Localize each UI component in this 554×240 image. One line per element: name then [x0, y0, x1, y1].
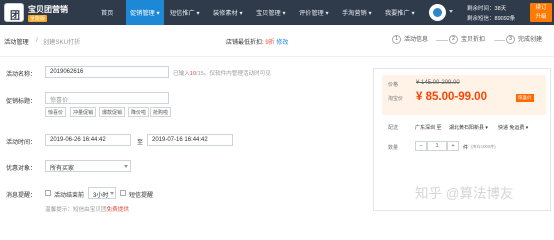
nav-items[interactable]: 宝贝管理 ▾ [256, 8, 286, 17]
step-connector [436, 40, 448, 41]
step-3-number: 3 [506, 34, 515, 44]
promo-price-label: 淘宝价 [388, 96, 404, 102]
remaining-days: 剩余时间：38天 [467, 4, 506, 12]
activity-name-label: 活动名称： [6, 72, 37, 78]
logo-mark-icon: 团 [10, 11, 20, 22]
store-rate-label: 店铺最低折扣: [226, 40, 264, 46]
notify-hint-highlight: 免费提供 [106, 207, 129, 213]
notify-hint: 温馨提示：短信由宝贝团免费提供 [45, 205, 129, 213]
nav-mobile-marketing[interactable]: 手淘营销 ▾ [342, 8, 372, 17]
sms-notify-label: 短信提醒 [129, 193, 154, 199]
activity-name-hint: 已输入10/15。仅软件内管理活动时可见 [173, 69, 271, 77]
quantity-stock: (库存1000件) [471, 144, 496, 149]
app-logo[interactable]: 团 [4, 3, 24, 22]
step-1: 1 活动信息 [392, 34, 428, 44]
chevron-down-icon [110, 192, 114, 195]
audience-select[interactable]: 所有买家 [45, 160, 131, 172]
notify-label: 消息提醒： [6, 193, 37, 199]
promo-price: ¥ 85.00-99.00 [416, 91, 487, 103]
quantity-label: 数量 [388, 145, 399, 151]
step-2-label: 宝贝折扣 [461, 37, 486, 43]
notify-checkbox[interactable] [45, 190, 51, 196]
nav-reviews[interactable]: 评价管理 ▾ [299, 8, 329, 17]
remaining-sms-label: 剩余短信： [467, 16, 495, 22]
top-nav: 团 宝贝团营销 全能版 首页 促销管理 ▾ 短信推广 ▾ 装修素材 ▾ 宝贝管理… [0, 0, 554, 25]
promo-title-label: 促销标题： [6, 99, 37, 105]
store-min-discount: 店铺最低折扣: 9折 修改 [226, 37, 288, 46]
step-connector [494, 40, 505, 41]
promo-tag-button[interactable]: 降价啦 [128, 107, 150, 117]
price-label: 价格 [388, 82, 399, 88]
activity-name-input[interactable]: 2019062616 [45, 66, 169, 78]
shipping-label: 配送 [388, 125, 399, 131]
step-1-number: 1 [392, 34, 401, 44]
remaining-sms: 剩余短信：89092条 [467, 14, 515, 22]
price-box: 价格 ¥ 145.00-209.00 淘宝价 ¥ 85.00-99.00 惊喜价 [382, 75, 546, 115]
nav-promote[interactable]: 我要推广 ▾ [385, 8, 415, 17]
app-name: 宝贝团营销 [28, 5, 68, 14]
step-1-label: 活动信息 [404, 37, 429, 43]
step-3: 3 完成创建 [506, 34, 542, 44]
name-hint-suffix: /15。仅软件内管理活动时可见 [196, 71, 271, 77]
promo-tag-button[interactable]: 惊喜价 [45, 107, 67, 117]
start-time-input[interactable]: 2019-06-26 16:44:42 [45, 134, 131, 146]
renew-label: 续订 [535, 5, 547, 11]
ship-to-select[interactable]: 湖北黄石阳新县 ▾ [449, 124, 488, 131]
chevron-down-icon[interactable] [449, 10, 453, 13]
notify-checkbox-label: 活动结束前 [54, 193, 85, 199]
original-price: ¥ 145.00-209.00 [416, 80, 460, 86]
quantity-input[interactable]: 1 [427, 141, 447, 151]
upgrade-label: 升级 [535, 14, 547, 20]
store-rate-value: 9折 [265, 40, 275, 46]
notify-hint-prefix: 温馨提示：短信由宝贝团 [45, 207, 107, 213]
step-2: 2 宝贝折扣 [449, 34, 485, 44]
quantity-unit: 件 [463, 145, 469, 151]
time-range-separator: 至 [137, 140, 144, 146]
nav-promotion[interactable]: 促销管理 ▾ [126, 0, 164, 25]
promo-tag-button[interactable]: 爆款促销 [99, 107, 126, 117]
quantity-decrease-button[interactable]: − [415, 141, 427, 151]
remaining-sms-value: 89092条 [494, 16, 516, 22]
activity-time-label: 活动时间： [6, 140, 37, 146]
remaining-days-value: 38天 [494, 6, 507, 12]
end-time-input[interactable]: 2019-07-16 16:44:42 [147, 134, 233, 146]
audience-label: 优惠对象： [6, 166, 37, 172]
quantity-increase-button[interactable]: + [447, 141, 459, 151]
renew-button[interactable]: 续订 升级 [530, 3, 552, 22]
store-rate-modify-link[interactable]: 修改 [276, 40, 288, 46]
user-avatar[interactable] [429, 4, 446, 21]
breadcrumb-separator: / [36, 37, 38, 44]
promo-tag-button[interactable]: 抢购啦 [150, 107, 172, 117]
breadcrumb-parent[interactable]: 活动管理 [4, 37, 29, 46]
watermark: 知乎 @算法博友 [415, 186, 514, 201]
step-3-label: 完成创建 [518, 37, 543, 43]
sms-notify-checkbox[interactable] [120, 190, 126, 196]
nav-sms[interactable]: 短信推广 ▾ [170, 8, 200, 17]
shipping-fee: 快递 免运费 ▾ [498, 125, 529, 131]
step-2-number: 2 [449, 34, 458, 44]
nav-decoration[interactable]: 装修素材 ▾ [213, 8, 243, 17]
edition-badge: 全能版 [28, 15, 48, 22]
promo-title-input[interactable]: 惊喜价 [45, 92, 169, 104]
promo-tag-button[interactable]: 冲量促销 [70, 107, 97, 117]
breadcrumb-current: 创建SKU打折 [43, 39, 81, 46]
ship-from: 广东深圳 至 [415, 125, 442, 131]
chevron-down-icon [124, 165, 128, 168]
promo-badge: 惊喜价 [516, 94, 534, 102]
sub-header: 活动管理 / 创建SKU打折 店铺最低折扣: 9折 修改 1 活动信息 2 宝贝折扣… [0, 25, 554, 57]
nav-home[interactable]: 首页 [101, 8, 113, 17]
remaining-days-label: 剩余时间： [467, 6, 495, 12]
name-hint-prefix: 已输入 [173, 71, 190, 77]
